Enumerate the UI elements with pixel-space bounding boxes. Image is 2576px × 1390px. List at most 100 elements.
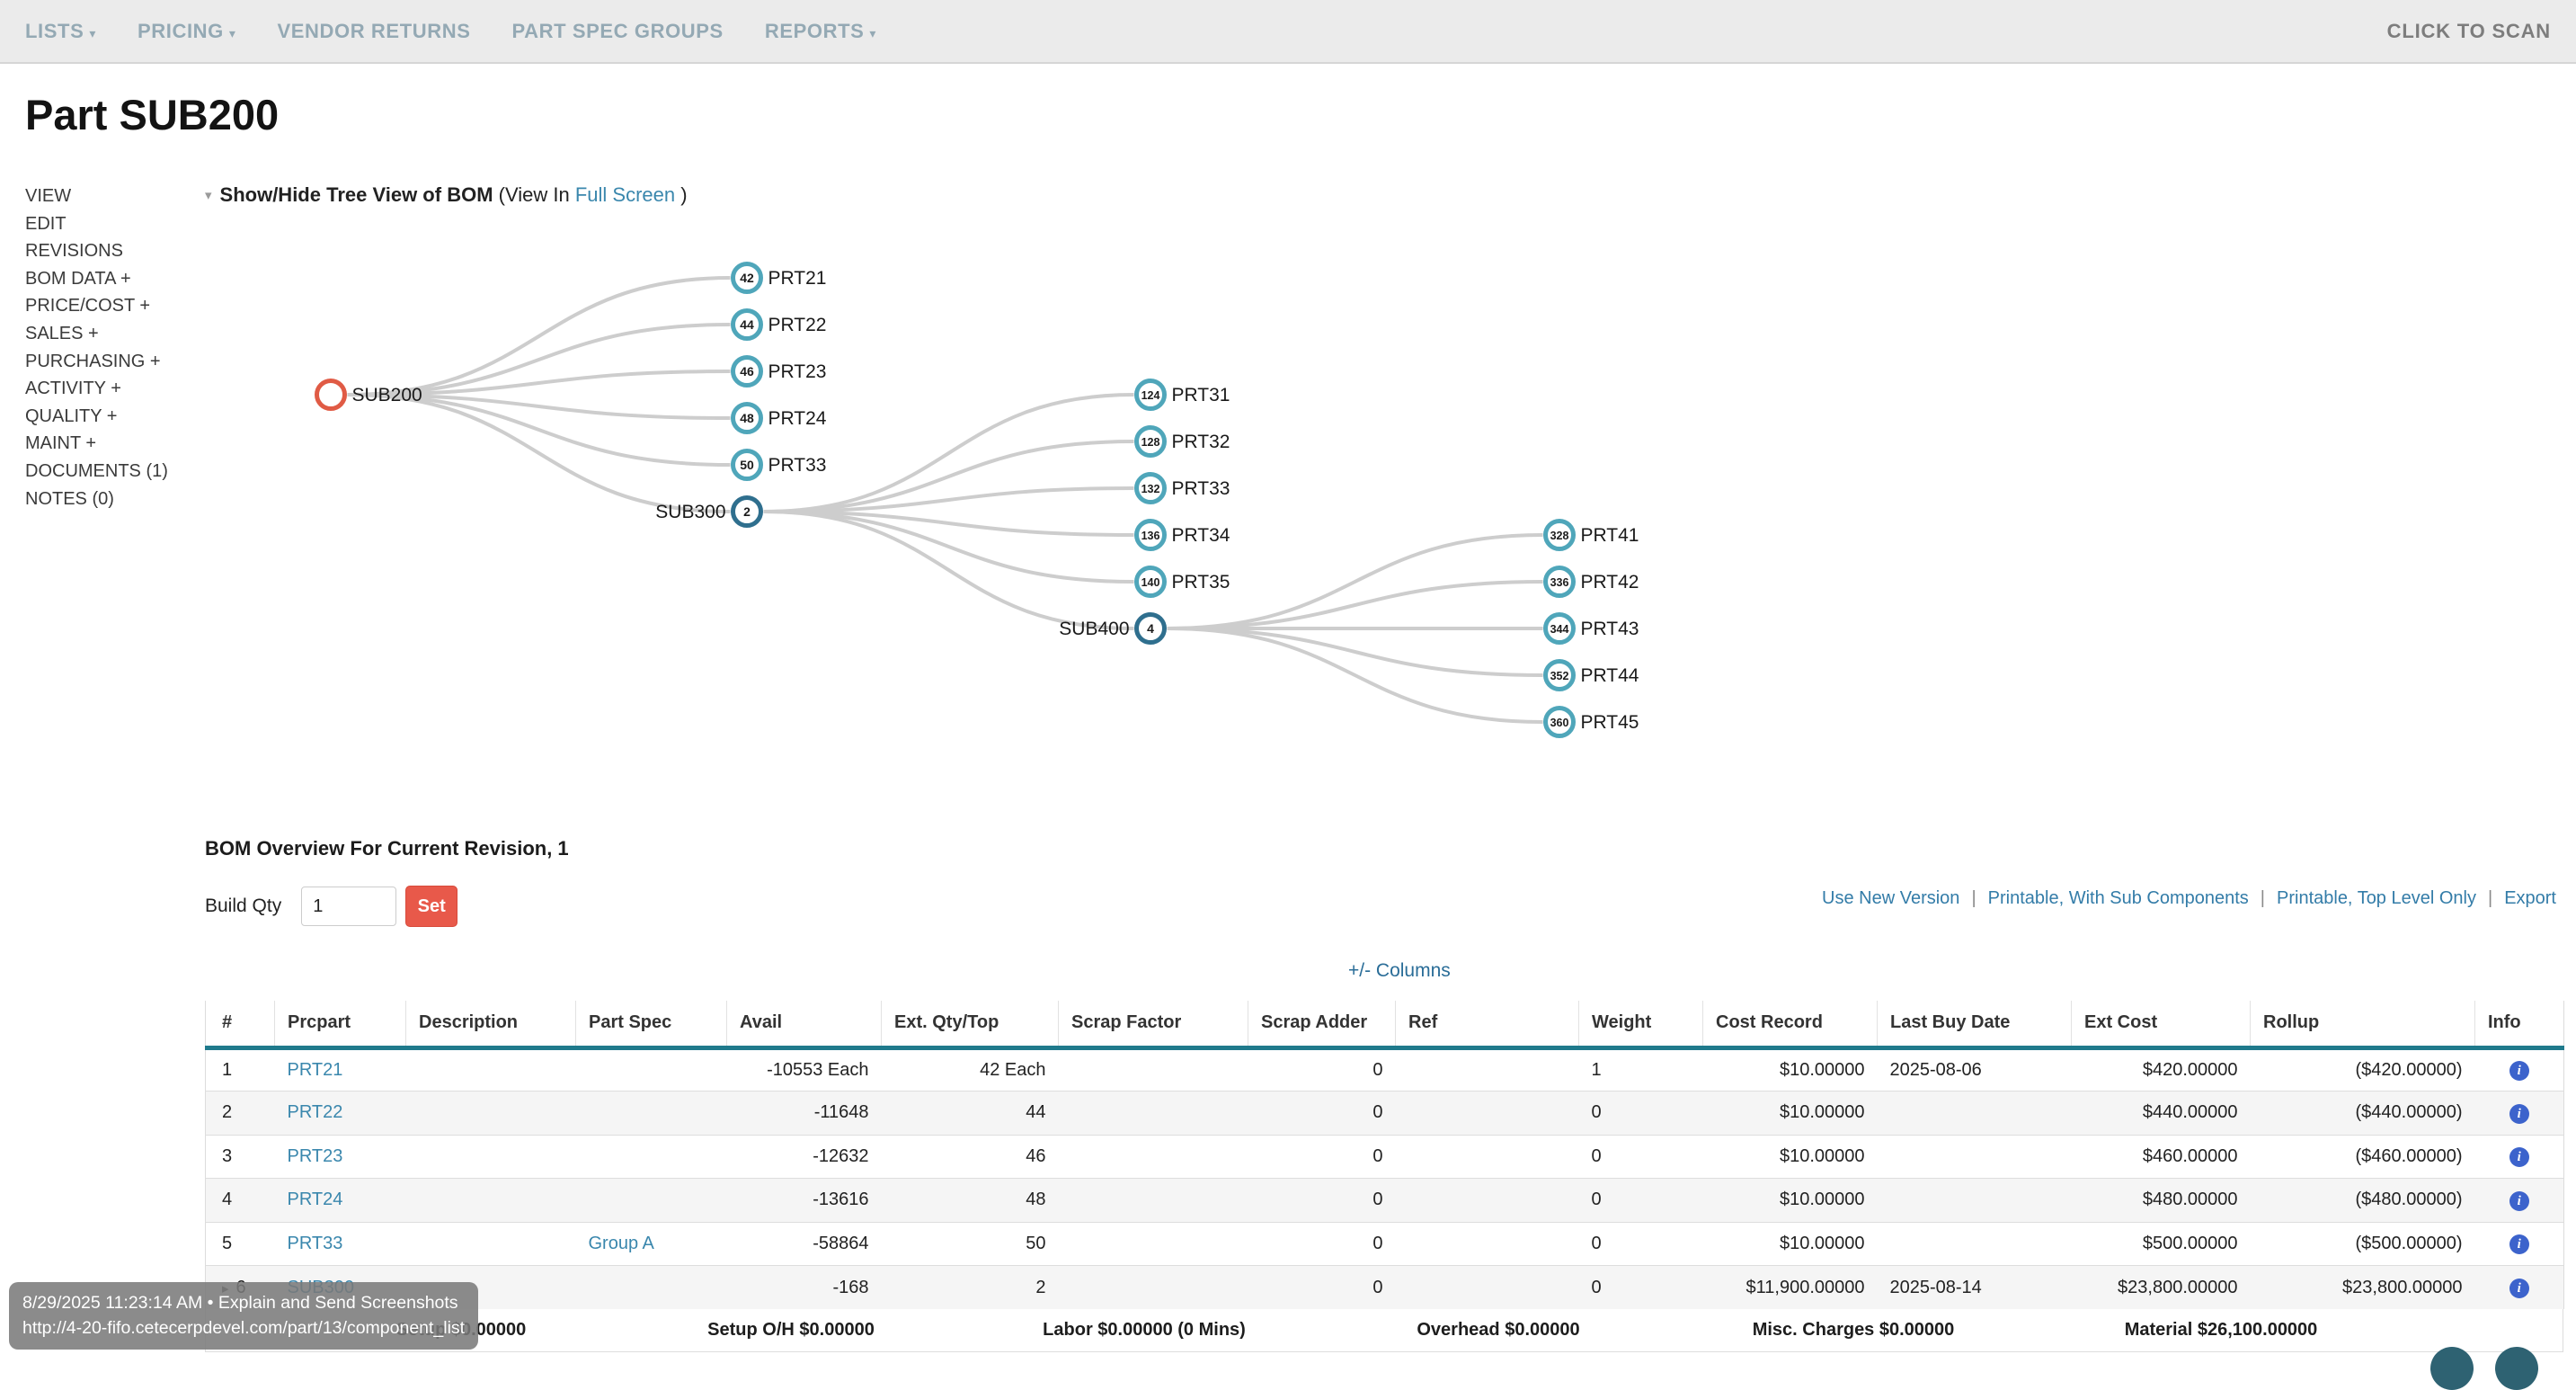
tree-node-qty: 48 (740, 411, 754, 425)
tree-node-prt23[interactable]: 46PRT23 (733, 358, 827, 386)
bom-action-links: Use New Version | Printable, With Sub Comp… (1822, 888, 2556, 909)
tree-node-label: PRT42 (1581, 572, 1639, 593)
part-spec-cell (576, 1135, 727, 1179)
last-buy-cell (1878, 1179, 2072, 1223)
info-icon[interactable]: i (2509, 1234, 2529, 1254)
action-link-printable-with-sub-components[interactable]: Printable, With Sub Components (1988, 888, 2249, 908)
tree-node-prt42[interactable]: 336 PRT42 (1546, 568, 1639, 596)
action-link-printable-top-level-only[interactable]: Printable, Top Level Only (2277, 888, 2476, 908)
description-cell (406, 1092, 576, 1136)
tree-node-prt41[interactable]: 328PRT41 (1546, 521, 1639, 549)
prcpart-cell: PRT33 (275, 1222, 406, 1266)
tree-node-prt35[interactable]: 140PRT35 (1137, 568, 1230, 596)
build-qty-label: Build Qty (205, 895, 281, 917)
info-icon[interactable]: i (2509, 1061, 2529, 1081)
floating-action-button-1[interactable] (2430, 1347, 2474, 1390)
prcpart-link-prt33[interactable]: PRT33 (288, 1234, 343, 1253)
ext-cost-cell: $460.00000 (2072, 1135, 2251, 1179)
tree-node-prt21[interactable]: 42PRT21 (733, 264, 827, 292)
tree-node-prt45[interactable]: 360PRT45 (1546, 708, 1639, 736)
tree-node-prt34[interactable]: 136PRT34 (1137, 521, 1230, 549)
tree-node-qty: 336 (1550, 576, 1569, 589)
tree-node-prt43[interactable]: 344PRT43 (1546, 615, 1639, 643)
rollup-cell: ($480.00000) (2251, 1179, 2475, 1223)
column-header-scrap-adder: Scrap Adder (1248, 1001, 1396, 1047)
table-row: 5PRT33Group A-588645000$10.00000$500.000… (206, 1222, 2564, 1266)
tree-node-qty: 328 (1550, 530, 1569, 542)
scrap-adder-cell: 0 (1248, 1179, 1396, 1223)
column-header-description: Description (406, 1001, 576, 1047)
tree-node-prt32[interactable]: 128PRT32 (1137, 428, 1230, 456)
scrap-factor-cell (1059, 1266, 1248, 1310)
tree-node-sub300[interactable]: 2SUB300 (655, 498, 760, 526)
prcpart-cell: PRT24 (275, 1179, 406, 1223)
ext-cost-cell: $440.00000 (2072, 1092, 2251, 1136)
build-qty-row: Build Qty Set (205, 886, 457, 927)
tree-edge (764, 512, 1134, 628)
action-link-use-new-version[interactable]: Use New Version (1822, 888, 1959, 908)
prcpart-link-prt23[interactable]: PRT23 (288, 1146, 343, 1166)
tree-node-sub200[interactable]: SUB200 (317, 381, 422, 409)
weight-cell: 0 (1579, 1266, 1703, 1310)
link-separator: | (2488, 888, 2492, 908)
cost-record-cell: $10.00000 (1703, 1222, 1878, 1266)
click-to-scan-button[interactable]: CLICK TO SCAN (2387, 20, 2551, 43)
weight-cell: 0 (1579, 1179, 1703, 1223)
floating-action-button-2[interactable] (2495, 1347, 2538, 1390)
scrap-adder-cell: 0 (1248, 1047, 1396, 1092)
tree-node-prt44[interactable]: 352PRT44 (1546, 662, 1639, 690)
cost-record-cell: $10.00000 (1703, 1047, 1878, 1092)
build-qty-input[interactable] (301, 887, 396, 926)
info-icon[interactable]: i (2509, 1147, 2529, 1167)
column-header-ext-qty-top: Ext. Qty/Top (882, 1001, 1059, 1047)
tree-node-prt31[interactable]: 124PRT31 (1137, 381, 1230, 409)
set-button[interactable]: Set (405, 886, 457, 927)
ext-qty-cell: 42 Each (882, 1047, 1059, 1092)
tree-node-prt24[interactable]: 48PRT24 (733, 405, 827, 432)
tree-node-label: PRT22 (768, 315, 827, 335)
avail-cell: -10553 Each (727, 1047, 882, 1092)
tree-node-prt33[interactable]: 50PRT33 (733, 451, 827, 479)
bom-overview-heading: BOM Overview For Current Revision, 1 (205, 837, 569, 860)
scrap-factor-cell (1059, 1047, 1248, 1092)
table-row: 3PRT23-126324600$10.00000$460.00000($460… (206, 1135, 2564, 1179)
info-icon[interactable]: i (2509, 1279, 2529, 1298)
weight-cell: 0 (1579, 1092, 1703, 1136)
last-buy-cell: 2025-08-06 (1878, 1047, 2072, 1092)
prcpart-link-prt21[interactable]: PRT21 (288, 1060, 343, 1080)
info-icon[interactable]: i (2509, 1191, 2529, 1211)
prcpart-link-prt24[interactable]: PRT24 (288, 1190, 343, 1209)
tree-node-circle[interactable] (317, 381, 345, 409)
columns-toggle-link[interactable]: +/- Columns (1348, 960, 1451, 982)
part-spec-link-group-a[interactable]: Group A (589, 1234, 654, 1253)
part-spec-cell (576, 1092, 727, 1136)
avail-cell: -58864 (727, 1222, 882, 1266)
part-spec-cell: Group A (576, 1222, 727, 1266)
screenshot-tooltip: 8/29/2025 11:23:14 AM • Explain and Send… (9, 1282, 478, 1350)
table-header-row: #PrcpartDescriptionPart SpecAvailExt. Qt… (206, 1001, 2564, 1047)
bom-table: #PrcpartDescriptionPart SpecAvailExt. Qt… (205, 1001, 2563, 1352)
ref-cell (1396, 1135, 1579, 1179)
summary-misc-charges: Misc. Charges $0.00000 (1753, 1320, 1955, 1341)
info-cell: i (2475, 1179, 2564, 1223)
tree-node-sub400[interactable]: 4SUB400 (1059, 615, 1164, 643)
last-buy-cell (1878, 1092, 2072, 1136)
tree-node-label: PRT32 (1172, 432, 1230, 452)
action-link-export[interactable]: Export (2504, 888, 2556, 908)
tree-node-qty: 2 (743, 504, 751, 519)
info-cell: i (2475, 1092, 2564, 1136)
cost-record-cell: $10.00000 (1703, 1135, 1878, 1179)
tree-node-qty: 50 (740, 458, 754, 472)
summary-material: Material $26,100.00000 (2125, 1320, 2318, 1341)
tree-node-prt22[interactable]: 44PRT22 (733, 311, 827, 339)
table-row: 2PRT22-116484400$10.00000$440.00000($440… (206, 1092, 2564, 1136)
prcpart-cell: PRT22 (275, 1092, 406, 1136)
info-icon[interactable]: i (2509, 1104, 2529, 1124)
tree-node-prt33[interactable]: 132PRT33 (1137, 475, 1230, 503)
prcpart-link-prt22[interactable]: PRT22 (288, 1102, 343, 1122)
scrap-adder-cell: 0 (1248, 1135, 1396, 1179)
tree-node-label: PRT43 (1581, 619, 1639, 639)
column-header-: # (206, 1001, 275, 1047)
tree-node-label: PRT23 (768, 361, 827, 382)
tree-edge (1168, 628, 1543, 675)
